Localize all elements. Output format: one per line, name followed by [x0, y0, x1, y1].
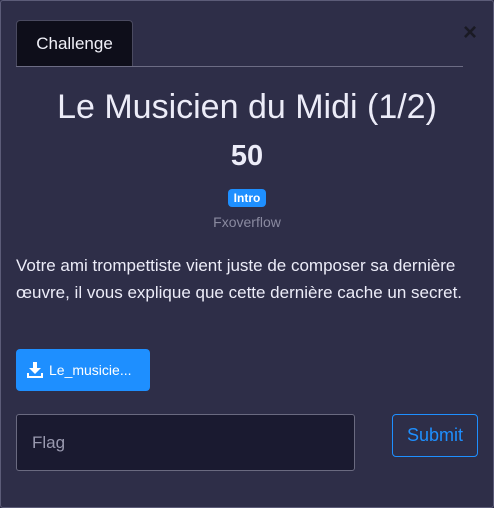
challenge-modal: × Challenge Le Musicien du Midi (1/2) 50… [0, 0, 494, 508]
download-icon [26, 361, 44, 379]
challenge-author: Fxoverflow [213, 214, 281, 230]
tab-bar: Challenge [16, 20, 463, 67]
challenge-title: Le Musicien du Midi (1/2) [57, 88, 437, 126]
challenge-value: 50 [230, 140, 264, 172]
challenge-description: Votre ami trompettiste vient juste de co… [16, 256, 463, 302]
file-name-label: Le_musicie... [49, 362, 132, 378]
flag-input[interactable] [16, 414, 355, 471]
tag-container: Intro [1, 189, 493, 207]
submit-button[interactable]: Submit [392, 414, 478, 457]
file-download-button[interactable]: Le_musicie... [16, 349, 150, 391]
tag-badge: Intro [227, 189, 267, 207]
tab-challenge[interactable]: Challenge [16, 20, 133, 66]
close-icon[interactable]: × [460, 21, 480, 45]
